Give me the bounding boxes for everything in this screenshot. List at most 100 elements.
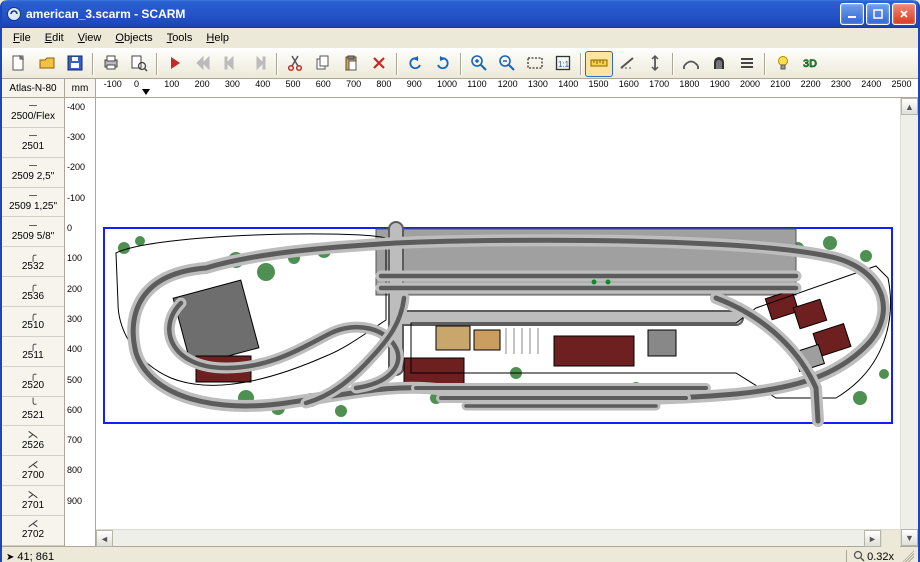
scroll-left-arrow-icon[interactable]: ◄ <box>96 530 113 547</box>
bridge-button[interactable] <box>677 51 705 77</box>
zoom-rect-button[interactable] <box>521 51 549 77</box>
magnifier-icon <box>853 550 865 562</box>
part-2521[interactable]: ╰2521 <box>2 397 64 427</box>
layout-plan-graphic <box>96 98 906 528</box>
library-name[interactable]: Atlas-N-80 <box>2 79 65 97</box>
menu-button[interactable] <box>733 51 761 77</box>
zoom-fit-button[interactable]: 1:1 <box>549 51 577 77</box>
hruler-tick: 1200 <box>498 79 518 89</box>
track-glyph-icon: ╰ <box>30 401 37 409</box>
play-button[interactable] <box>161 51 189 77</box>
track-glyph-icon: ╭ <box>30 311 37 319</box>
zoom-in-button[interactable] <box>465 51 493 77</box>
track-glyph-icon: ─ <box>29 192 37 200</box>
track-glyph-icon: ⋋ <box>28 431 39 439</box>
part-2532[interactable]: ╭2532 <box>2 247 64 277</box>
zoom-fit-icon: 1:1 <box>554 54 572 75</box>
part-2510[interactable]: ╭2510 <box>2 307 64 337</box>
hruler-tick: 2200 <box>801 79 821 89</box>
window-title: american_3.scarm - SCARM <box>26 7 840 21</box>
cursor-icon: ➤ <box>6 552 14 562</box>
part-2509-5-8-[interactable]: ─2509 5/8" <box>2 217 64 247</box>
hruler-tick: 1000 <box>437 79 457 89</box>
track-glyph-icon: ─ <box>29 102 37 110</box>
hruler-tick: 2300 <box>831 79 851 89</box>
status-coords: 41; 861 <box>17 551 54 562</box>
print-preview-button[interactable] <box>125 51 153 77</box>
hruler-tick: 700 <box>346 79 361 89</box>
hruler-tick: 1700 <box>649 79 669 89</box>
hruler-tick: 200 <box>195 79 210 89</box>
menu-icon <box>738 54 756 75</box>
delete-icon <box>370 54 388 75</box>
hruler-tick: 1900 <box>710 79 730 89</box>
vertical-ruler[interactable]: -400-300-200-100010020030040050060070080… <box>65 98 96 546</box>
threed-icon: 3D <box>802 54 820 75</box>
zoom-out-button[interactable] <box>493 51 521 77</box>
hruler-tick: 2500 <box>892 79 912 89</box>
undo-button[interactable] <box>401 51 429 77</box>
rewind-button <box>189 51 217 77</box>
menu-help[interactable]: Help <box>199 30 236 46</box>
scroll-right-arrow-icon[interactable]: ► <box>864 530 881 547</box>
menu-tools[interactable]: Tools <box>160 30 200 46</box>
part-2701[interactable]: ⋋2701 <box>2 486 64 516</box>
paste-button[interactable] <box>337 51 365 77</box>
resize-grip-icon[interactable] <box>900 550 914 562</box>
horizontal-ruler[interactable]: -100010020030040050060070080090010001100… <box>96 79 918 97</box>
save-disk-button[interactable] <box>61 51 89 77</box>
part-2526[interactable]: ⋋2526 <box>2 426 64 456</box>
part-2501[interactable]: ─2501 <box>2 128 64 158</box>
open-folder-button[interactable] <box>33 51 61 77</box>
part-2520[interactable]: ╭2520 <box>2 367 64 397</box>
window-maximize-button[interactable] <box>866 3 890 25</box>
step-fwd-button <box>245 51 273 77</box>
lightbulb-button[interactable] <box>769 51 797 77</box>
track-glyph-icon: ─ <box>29 222 37 230</box>
slope-tool-button[interactable] <box>613 51 641 77</box>
part-2509-1-25-[interactable]: ─2509 1,25" <box>2 188 64 218</box>
delete-button[interactable] <box>365 51 393 77</box>
hruler-tick: 100 <box>164 79 179 89</box>
print-button[interactable] <box>97 51 125 77</box>
vruler-tick: -100 <box>67 193 85 203</box>
status-zoom: 0.32x <box>867 551 894 562</box>
vruler-tick: 800 <box>67 465 82 475</box>
horizontal-scrollbar[interactable]: ◄ ► <box>96 529 881 546</box>
menu-view[interactable]: View <box>71 30 109 46</box>
part-label: 2509 1,25" <box>9 201 57 212</box>
cut-button[interactable] <box>281 51 309 77</box>
window-minimize-button[interactable] <box>840 3 864 25</box>
part-label: 2520 <box>22 380 44 391</box>
part-2511[interactable]: ╭2511 <box>2 337 64 367</box>
ruler-unit[interactable]: mm <box>65 79 96 97</box>
step-fwd-icon <box>250 54 268 75</box>
vruler-tick: 500 <box>67 375 82 385</box>
part-2702[interactable]: ⋌2702 <box>2 516 64 546</box>
redo-button[interactable] <box>429 51 457 77</box>
tunnel-button[interactable] <box>705 51 733 77</box>
menu-edit[interactable]: Edit <box>38 30 71 46</box>
part-label: 2500/Flex <box>11 111 55 122</box>
new-doc-button[interactable] <box>5 51 33 77</box>
menu-objects[interactable]: Objects <box>108 30 159 46</box>
hruler-tick: 1400 <box>558 79 578 89</box>
copy-button[interactable] <box>309 51 337 77</box>
hruler-tick: 600 <box>316 79 331 89</box>
menu-file[interactable]: File <box>6 30 38 46</box>
height-tool-button[interactable] <box>641 51 669 77</box>
part-2500-Flex[interactable]: ─2500/Flex <box>2 98 64 128</box>
part-2509-2-5-[interactable]: ─2509 2,5" <box>2 158 64 188</box>
part-2700[interactable]: ⋌2700 <box>2 456 64 486</box>
window-close-button[interactable] <box>892 3 916 25</box>
drawing-canvas[interactable]: ◄ ► <box>96 98 900 546</box>
hruler-tick: 2100 <box>770 79 790 89</box>
hruler-tick: 1800 <box>679 79 699 89</box>
statusbar: ➤ 41; 861 0.32x <box>2 546 918 562</box>
scroll-down-arrow-icon[interactable]: ▼ <box>901 529 918 546</box>
part-2536[interactable]: ╭2536 <box>2 277 64 307</box>
vruler-tick: 400 <box>67 344 82 354</box>
threed-button[interactable]: 3D <box>797 51 825 77</box>
hruler-tick: 900 <box>407 79 422 89</box>
measure-button[interactable] <box>585 51 613 77</box>
